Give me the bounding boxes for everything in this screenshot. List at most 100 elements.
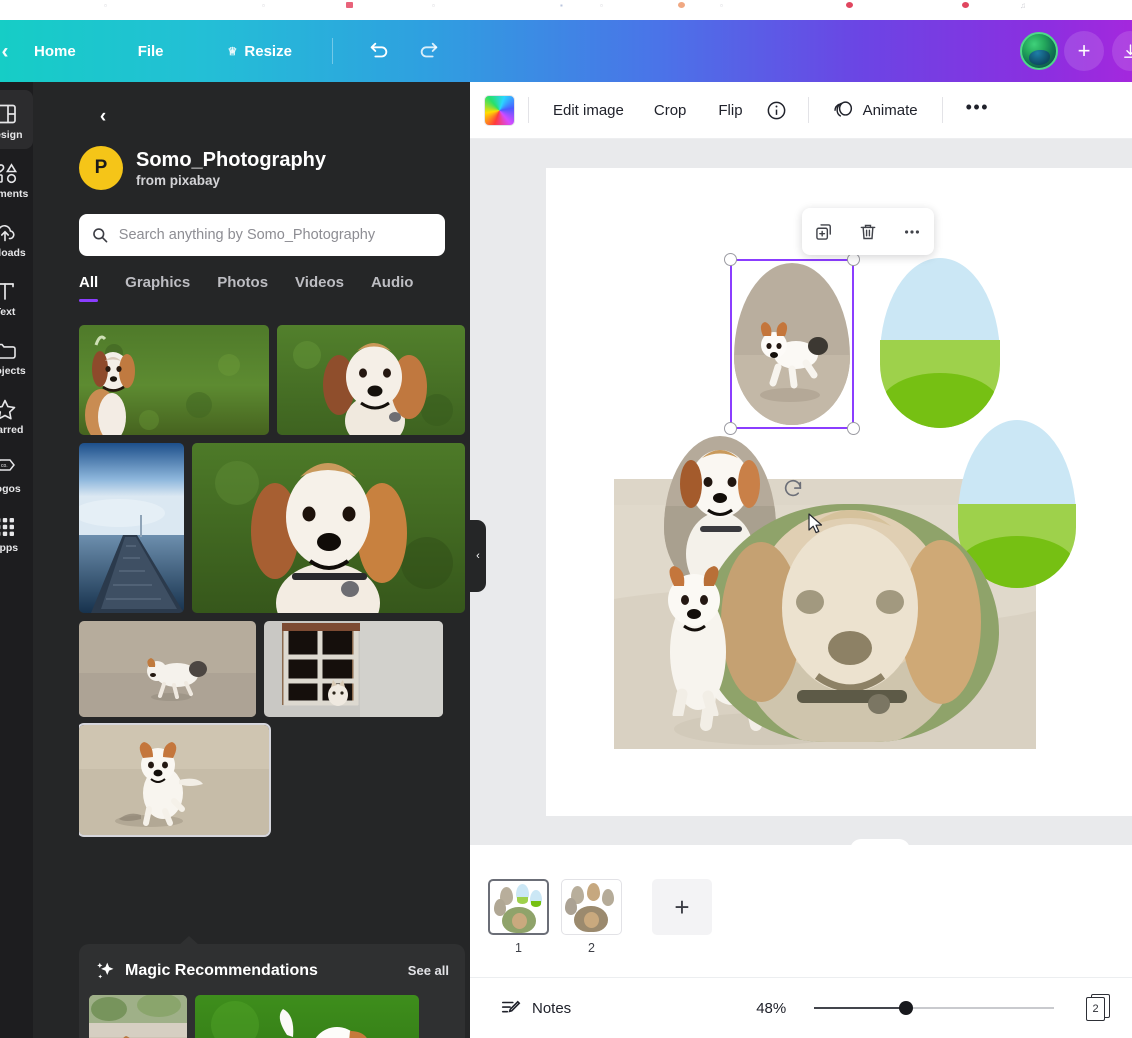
result-thumb-beagle-face-closeup[interactable] <box>192 443 465 613</box>
redo-button[interactable] <box>411 33 447 69</box>
resize-button[interactable]: ♕ Resize <box>218 37 302 66</box>
sidebar-item-uploads[interactable]: Uploads <box>0 208 33 267</box>
tab-all[interactable]: All <box>79 274 99 302</box>
notes-pencil-icon <box>501 1000 521 1013</box>
results-row <box>79 621 465 717</box>
tab-graphics[interactable]: Graphics <box>125 274 190 302</box>
cloud-upload-icon <box>0 219 33 245</box>
magic-thumb-puppy-on-green-grass[interactable] <box>195 995 419 1038</box>
sidebar-item-apps[interactable]: Apps <box>0 503 33 562</box>
magic-see-all-link[interactable]: See all <box>408 963 449 978</box>
delete-button[interactable] <box>852 216 884 248</box>
result-thumb-beagle-puppy-in-grass[interactable] <box>79 325 269 435</box>
bookmark-item[interactable]: ▪ <box>560 1 563 10</box>
resize-handle-top-left[interactable] <box>724 253 737 266</box>
result-thumb-cat-in-window[interactable] <box>264 621 443 717</box>
bookmark-item[interactable] <box>346 2 353 8</box>
sidebar-item-elements[interactable]: Elements <box>0 149 33 208</box>
sidebar-item-text[interactable]: Text <box>0 267 33 326</box>
result-thumb-beagle-portrait-grass[interactable] <box>277 325 465 435</box>
info-circle-icon <box>767 101 785 119</box>
bookmark-item[interactable]: ▫ <box>600 1 603 10</box>
bookmark-item[interactable]: ▫ <box>104 1 107 10</box>
bookmark-item[interactable] <box>678 2 685 8</box>
pages-panel-collapse-toggle[interactable] <box>850 839 910 845</box>
page-thumbnail-2[interactable] <box>561 879 622 935</box>
svg-text:co.: co. <box>1 463 8 469</box>
overlay-dog-photo[interactable] <box>646 566 764 716</box>
add-collaborator-button[interactable]: + <box>1064 31 1104 71</box>
page-thumbnail-1[interactable] <box>488 879 549 935</box>
duplicate-button[interactable] <box>808 216 840 248</box>
sidebar-item-design[interactable]: Design <box>0 90 33 149</box>
toolbar-divider <box>331 38 333 64</box>
mini-toe <box>602 889 614 906</box>
bookmark-item[interactable]: ▫ <box>720 1 723 10</box>
pages-stack-front: 2 <box>1086 997 1105 1021</box>
sidebar-label-logos: Logos <box>0 483 21 495</box>
beagle-face-closeup-image <box>192 443 465 613</box>
content-side-panel: ‹ P Somo_Photography from pixabay All Gr… <box>33 82 470 1038</box>
file-menu-button[interactable]: File <box>128 37 174 66</box>
toolbar-divider <box>807 97 809 123</box>
search-input[interactable] <box>118 227 433 243</box>
color-swatch-button[interactable] <box>484 94 515 126</box>
undo-button[interactable] <box>361 33 397 69</box>
toe-green-fill <box>880 339 1000 428</box>
zoom-slider-knob[interactable] <box>899 1001 914 1015</box>
text-t-icon <box>0 278 33 304</box>
notes-label: Notes <box>532 999 572 1017</box>
panel-back-chevron-icon[interactable]: ‹ <box>88 102 118 132</box>
selection-frame[interactable] <box>724 253 860 435</box>
magic-thumb-puppy-on-path[interactable] <box>89 995 187 1038</box>
author-text-group: Somo_Photography from pixabay <box>136 149 326 188</box>
search-box[interactable] <box>79 214 445 256</box>
flip-button[interactable]: Flip <box>707 94 753 127</box>
bookmark-item[interactable] <box>962 2 969 8</box>
results-row <box>79 723 465 837</box>
sidebar-item-logos[interactable]: co. Logos <box>0 444 33 503</box>
sidebar-item-starred[interactable]: Starred <box>0 385 33 444</box>
page-thumb-group-1: 1 <box>488 879 549 955</box>
user-avatar[interactable] <box>1020 32 1058 70</box>
add-page-button[interactable]: + <box>652 879 712 935</box>
notes-button[interactable]: Notes <box>490 989 581 1027</box>
rotate-handle[interactable] <box>782 478 804 500</box>
resize-handle-bottom-left[interactable] <box>724 422 737 435</box>
result-thumb-running-dog-sand-small[interactable] <box>79 621 256 717</box>
design-canvas-area[interactable] <box>470 139 1132 845</box>
bookmark-item[interactable]: ♫ <box>1020 1 1026 10</box>
page-count-button[interactable]: 2 <box>1086 994 1112 1022</box>
content-type-tabs: All Graphics Photos Videos Audio <box>79 274 413 302</box>
bookmark-item[interactable]: ▫ <box>432 1 435 10</box>
tab-audio[interactable]: Audio <box>371 274 414 302</box>
sidebar-label-projects: Projects <box>0 365 26 377</box>
download-button[interactable] <box>1112 31 1132 71</box>
sparkle-icon <box>97 962 114 979</box>
more-options-button[interactable]: ••• <box>956 93 999 128</box>
toolbar-divider <box>941 97 943 123</box>
object-more-button[interactable] <box>896 216 928 248</box>
tab-videos[interactable]: Videos <box>295 274 344 302</box>
result-thumb-running-puppy-sand[interactable] <box>79 723 271 837</box>
search-icon <box>93 228 108 243</box>
bookmark-item[interactable] <box>846 2 853 8</box>
bookmark-item[interactable]: ▫ <box>262 1 265 10</box>
design-page[interactable] <box>546 168 1132 816</box>
animate-button[interactable]: Animate <box>822 91 929 129</box>
sidebar-item-projects[interactable]: Projects <box>0 326 33 385</box>
magic-header: Magic Recommendations See all <box>79 944 465 981</box>
panel-collapse-handle[interactable]: ‹ <box>470 520 486 592</box>
resize-handle-bottom-right[interactable] <box>847 422 860 435</box>
tab-photos[interactable]: Photos <box>217 274 268 302</box>
zoom-slider-fill <box>814 1007 907 1009</box>
info-button[interactable] <box>758 93 795 128</box>
back-chevron-icon[interactable]: ‹ <box>0 41 18 62</box>
crop-button[interactable]: Crop <box>643 94 698 127</box>
zoom-slider[interactable] <box>814 1000 1055 1016</box>
toe-shape-blue-upper[interactable] <box>880 258 1000 428</box>
result-thumb-wooden-pier-ocean[interactable] <box>79 443 184 613</box>
zoom-percentage[interactable]: 48% <box>756 1000 786 1017</box>
edit-image-button[interactable]: Edit image <box>542 94 635 127</box>
home-button[interactable]: Home <box>24 37 86 66</box>
